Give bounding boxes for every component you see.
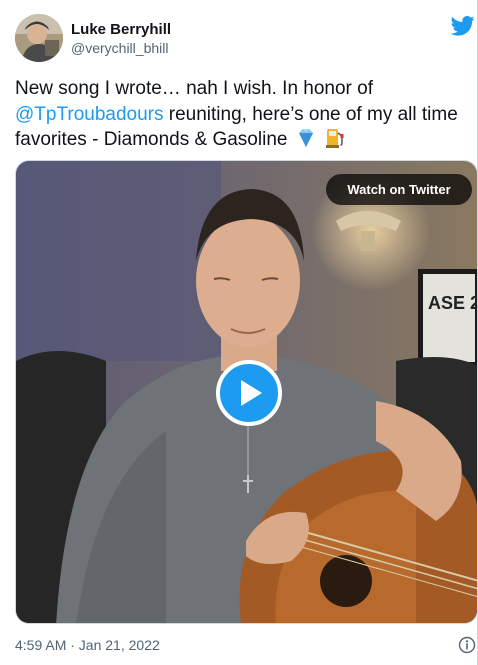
watch-on-twitter-button[interactable]: Watch on Twitter <box>326 174 472 205</box>
twitter-bird-icon[interactable] <box>450 16 475 36</box>
info-icon[interactable] <box>458 636 476 654</box>
play-icon <box>241 380 262 406</box>
author-display-name[interactable]: Luke Berryhill <box>71 21 171 39</box>
tweet-header: Luke Berryhill @verychill_bhill <box>15 14 475 64</box>
tweet-card: Luke Berryhill @verychill_bhill New song… <box>0 0 478 665</box>
tweet-line-3-text: favorites - Diamonds & Gasoline <box>15 129 288 150</box>
tweet-line-2-text: reuniting, here’s one of my all time <box>163 103 458 125</box>
mention-link[interactable]: @TpTroubadours <box>15 104 163 125</box>
play-button[interactable] <box>216 360 282 426</box>
avatar[interactable] <box>15 14 63 62</box>
tweet-line-1: New song I wrote… nah I wish. In honor o… <box>15 78 374 99</box>
tweet-footer: 4:59 AM · Jan 21, 2022 <box>15 634 478 656</box>
tweet-text: New song I wrote… nah I wish. In honor o… <box>15 76 477 153</box>
fuel-pump-emoji <box>324 127 346 149</box>
author-block[interactable]: Luke Berryhill @verychill_bhill <box>71 21 171 57</box>
tweet-line-3: favorites - Diamonds & Gasoline <box>15 127 477 153</box>
tweet-line-2: @TpTroubadours reuniting, here’s one of … <box>15 102 477 128</box>
gem-stone-emoji <box>295 127 317 149</box>
author-handle[interactable]: @verychill_bhill <box>71 39 171 57</box>
tweet-timestamp[interactable]: 4:59 AM · Jan 21, 2022 <box>15 637 160 653</box>
video-player[interactable]: ASE 24 Watch on Twitter <box>15 160 478 624</box>
jersey-text: ASE 24 <box>428 293 478 313</box>
